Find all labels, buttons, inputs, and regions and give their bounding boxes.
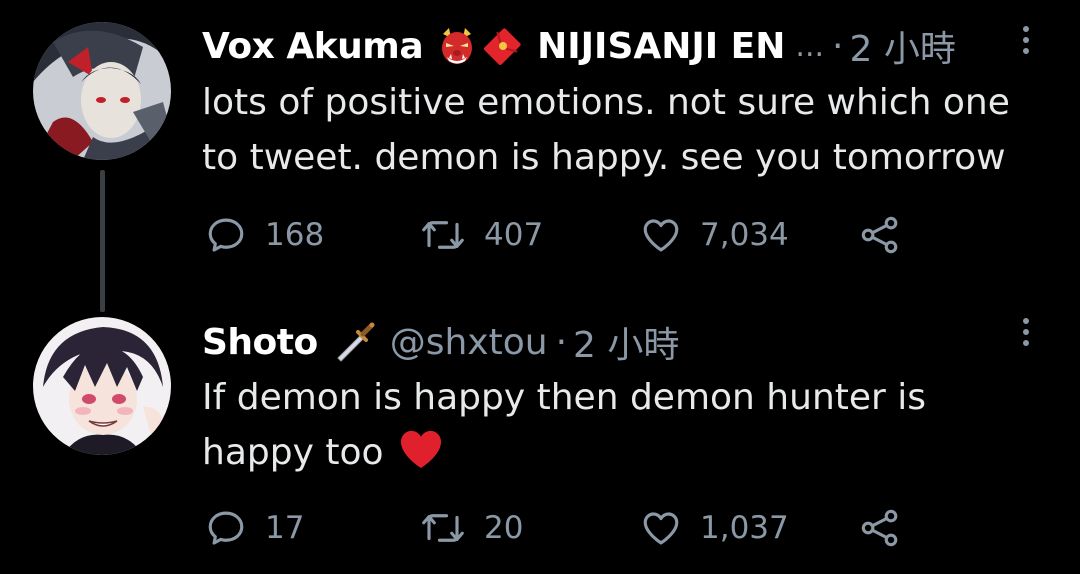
retweet-count: 407	[484, 217, 544, 253]
author-name[interactable]: Shoto	[202, 322, 318, 363]
reply-count: 17	[265, 510, 305, 546]
tweet-text-line: If demon is happy then demon hunter is	[202, 377, 927, 418]
tweet-text: If demon is happy then demon hunter is h…	[202, 370, 1052, 486]
red-envelope-emoji	[483, 26, 523, 66]
tweet-text-line: to tweet. demon is happy. see you tomorr…	[202, 137, 1006, 178]
separator-dot: ·	[555, 321, 568, 363]
tweet-actions: 168 407 7,034	[0, 210, 1080, 260]
author-handle[interactable]: @shxtou	[390, 322, 548, 363]
retweet-count: 20	[484, 510, 524, 546]
avatar-vox-akuma[interactable]	[33, 22, 171, 160]
author-handle[interactable]: NIJISANJI EN	[537, 26, 785, 67]
retweet-button[interactable]: 407	[420, 210, 543, 260]
more-options-icon[interactable]	[1016, 318, 1036, 358]
share-button[interactable]	[858, 210, 902, 260]
dagger-emoji	[332, 320, 376, 364]
avatar-vox-akuma-image	[33, 22, 171, 160]
like-button[interactable]: 1,037	[640, 503, 789, 553]
like-count: 7,034	[700, 217, 789, 253]
reply-count: 168	[265, 217, 325, 253]
oni-mask-emoji	[437, 26, 477, 66]
avatar-shoto-image	[33, 317, 171, 455]
share-icon	[861, 509, 898, 547]
tweet-timestamp[interactable]: 2 小時	[849, 20, 955, 72]
tweet-actions: 17 20 1,037	[0, 503, 1080, 553]
tweet-text-line: happy too	[202, 432, 384, 473]
tweet-vox-akuma[interactable]: Vox Akuma NIJISANJI EN ... · 2 小時 lots o…	[0, 0, 1080, 312]
red-heart-emoji	[398, 428, 444, 486]
tweet-text: lots of positive emotions. not sure whic…	[202, 75, 1052, 185]
like-icon	[643, 512, 679, 545]
share-icon	[861, 216, 898, 254]
like-icon	[643, 219, 679, 252]
tweet-timestamp[interactable]: 2 小時	[573, 316, 679, 368]
reply-icon	[208, 218, 244, 252]
separator-dot: ·	[832, 25, 844, 67]
retweet-icon	[422, 221, 464, 249]
retweet-icon	[422, 514, 464, 542]
more-options-icon[interactable]	[1016, 26, 1036, 66]
tweet-text-line: lots of positive emotions. not sure whic…	[202, 82, 1010, 123]
tweet-shoto[interactable]: Shoto @shxtou · 2 小時 If demon is happy t…	[0, 290, 1080, 574]
retweet-button[interactable]: 20	[420, 503, 523, 553]
tweet-header: Shoto @shxtou · 2 小時	[202, 316, 679, 368]
handle-truncation: ...	[795, 28, 825, 64]
avatar-shoto[interactable]	[33, 317, 171, 455]
reply-button[interactable]: 168	[205, 210, 324, 260]
tweet-text-line-last: happy too	[202, 425, 1052, 486]
author-name[interactable]: Vox Akuma	[202, 26, 424, 67]
like-button[interactable]: 7,034	[640, 210, 789, 260]
like-count: 1,037	[700, 510, 789, 546]
tweet-header: Vox Akuma NIJISANJI EN ... · 2 小時	[202, 20, 956, 72]
reply-button[interactable]: 17	[205, 503, 304, 553]
reply-icon	[208, 511, 244, 545]
share-button[interactable]	[858, 503, 902, 553]
